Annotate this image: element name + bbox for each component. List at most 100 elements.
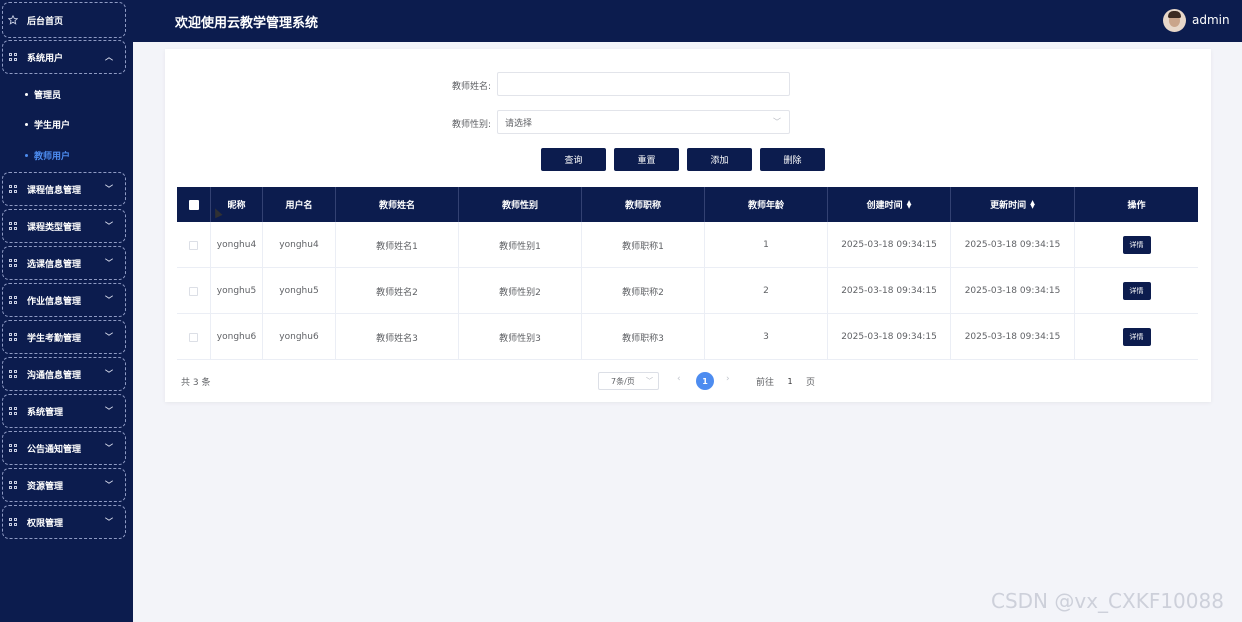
cell-nickname: yonghu5 (211, 268, 263, 314)
sidebar-item-attendance[interactable]: 学生考勤管理 ﹀ (2, 320, 126, 354)
chevron-down-icon: ﹀ (105, 443, 113, 453)
column-header-label: 更新时间 (990, 201, 1027, 211)
sidebar-item-label: 学生考勤管理 (27, 333, 82, 344)
cell-nickname: yonghu4 (211, 222, 263, 268)
teacher-gender-select[interactable]: 请选择 ﹀ (497, 110, 790, 134)
detail-button[interactable]: 详情 (1122, 328, 1151, 346)
add-button[interactable]: 添加 (687, 148, 752, 171)
page-size-select[interactable]: 7条/页 ﹀ (598, 372, 659, 390)
column-header-username[interactable]: 用户名 (263, 187, 336, 222)
page-size-value: 7条/页 (611, 376, 635, 386)
sidebar-item-course-info[interactable]: 课程信息管理 ﹀ (2, 172, 126, 206)
select-all-checkbox[interactable] (188, 199, 199, 210)
sidebar-item-label: 作业信息管理 (27, 296, 82, 307)
chevron-down-icon: ﹀ (105, 184, 113, 194)
row-checkbox[interactable] (189, 332, 198, 342)
sidebar-item-label: 公告通知管理 (27, 444, 82, 455)
grid-icon (8, 52, 18, 62)
row-checkbox[interactable] (189, 286, 198, 296)
grid-icon (8, 258, 18, 268)
username-label[interactable]: admin (1192, 13, 1230, 27)
sidebar-item-system[interactable]: 系统管理 ﹀ (2, 394, 126, 428)
grid-icon (8, 443, 18, 453)
chevron-down-icon: ﹀ (646, 377, 653, 385)
cell-created: 2025-03-18 09:34:15 (828, 268, 951, 314)
column-header-updated[interactable]: 更新时间 ▲ ▼ (951, 187, 1075, 222)
cell-teacher-gender: 教师性别1 (459, 222, 582, 268)
grid-icon (8, 517, 18, 527)
delete-button[interactable]: 删除 (760, 148, 825, 171)
sidebar-item-course-type[interactable]: 课程类型管理 ﹀ (2, 209, 126, 243)
cell-teacher-gender: 教师性别3 (459, 314, 582, 360)
column-header-created[interactable]: 创建时间 ▲ ▼ (828, 187, 951, 222)
column-header-teacher-name[interactable]: 教师姓名 (336, 187, 459, 222)
chevron-down-icon: ﹀ (105, 332, 113, 342)
sidebar-item-label: 沟通信息管理 (27, 370, 82, 381)
sidebar-item-system-user[interactable]: 系统用户 ︿ (2, 40, 126, 74)
reset-button[interactable]: 重置 (614, 148, 679, 171)
table-row: yonghu6 yonghu6 教师姓名3 教师性别3 教师职称3 3 2025… (177, 314, 1198, 360)
page-unit-label: 页 (806, 378, 816, 388)
bullet-icon (25, 123, 28, 126)
prev-page-button[interactable]: ‹ (677, 374, 681, 384)
column-header-teacher-age[interactable]: 教师年龄 (705, 187, 828, 222)
next-page-button[interactable]: › (726, 374, 730, 384)
sidebar-item-permissions[interactable]: 权限管理 ﹀ (2, 505, 126, 539)
cell-username: yonghu6 (263, 314, 336, 360)
query-button[interactable]: 查询 (541, 148, 606, 171)
sidebar-item-course-selection[interactable]: 选课信息管理 ﹀ (2, 246, 126, 280)
top-header: 欢迎使用云教学管理系统 admin (133, 0, 1242, 42)
bullet-icon (25, 154, 28, 157)
sidebar-item-resources[interactable]: 资源管理 ﹀ (2, 468, 126, 502)
sidebar-subitem-student-user[interactable]: 学生用户 (25, 118, 70, 131)
teacher-gender-label: 教师性别: (452, 120, 492, 130)
column-header-teacher-title[interactable]: 教师职称 (582, 187, 705, 222)
cell-updated: 2025-03-18 09:34:15 (951, 222, 1075, 268)
row-checkbox[interactable] (189, 240, 198, 250)
cell-teacher-name: 教师姓名1 (336, 222, 459, 268)
sort-icon[interactable]: ▲ ▼ (1030, 199, 1035, 209)
detail-button[interactable]: 详情 (1122, 282, 1151, 300)
detail-button[interactable]: 详情 (1122, 236, 1151, 254)
teacher-name-label: 教师姓名: (452, 82, 492, 92)
cell-actions: 详情 (1075, 314, 1198, 360)
sort-icon[interactable]: ▲ ▼ (907, 199, 912, 209)
sidebar: 后台首页 系统用户 ︿ 管理员 学生用户 教师用户 课程信息管理 ﹀ 课程类型管… (0, 0, 133, 622)
page-title: 欢迎使用云教学管理系统 (175, 16, 319, 31)
column-header-nickname[interactable]: 昵称 (211, 187, 263, 222)
bullet-icon (25, 93, 28, 96)
cell-created: 2025-03-18 09:34:15 (828, 222, 951, 268)
chevron-down-icon: ﹀ (105, 369, 113, 379)
sidebar-item-announcement[interactable]: 公告通知管理 ﹀ (2, 431, 126, 465)
sidebar-item-home[interactable]: 后台首页 (2, 2, 126, 38)
chevron-down-icon: ﹀ (105, 480, 113, 490)
column-header-teacher-gender[interactable]: 教师性别 (459, 187, 582, 222)
chevron-down-icon: ﹀ (105, 517, 113, 527)
sidebar-item-label: 课程信息管理 (27, 185, 82, 196)
grid-icon (8, 406, 18, 416)
avatar[interactable] (1163, 9, 1186, 32)
sidebar-subitem-teacher-user[interactable]: 教师用户 (25, 149, 70, 162)
sidebar-subitem-admin[interactable]: 管理员 (25, 88, 61, 101)
chevron-up-icon: ︿ (105, 52, 113, 62)
goto-page-input[interactable] (777, 372, 803, 390)
cell-teacher-gender: 教师性别2 (459, 268, 582, 314)
cell-teacher-name: 教师姓名2 (336, 268, 459, 314)
grid-icon (8, 480, 18, 490)
row-select-cell (177, 314, 211, 360)
grid-icon (8, 295, 18, 305)
grid-icon (8, 221, 18, 231)
teacher-name-input[interactable] (497, 72, 790, 96)
column-header-label: 创建时间 (866, 201, 903, 211)
chevron-down-icon: ﹀ (105, 258, 113, 268)
sidebar-item-label: 选课信息管理 (27, 259, 82, 270)
chevron-down-icon: ﹀ (105, 406, 113, 416)
watermark: CSDN @vx_CXKF10088 (991, 589, 1224, 613)
row-select-cell (177, 268, 211, 314)
sidebar-item-communication[interactable]: 沟通信息管理 ﹀ (2, 357, 126, 391)
sidebar-item-homework[interactable]: 作业信息管理 ﹀ (2, 283, 126, 317)
sidebar-item-label: 课程类型管理 (27, 222, 82, 233)
row-select-cell (177, 222, 211, 268)
page-number-current[interactable]: 1 (696, 372, 714, 390)
cell-actions: 详情 (1075, 268, 1198, 314)
